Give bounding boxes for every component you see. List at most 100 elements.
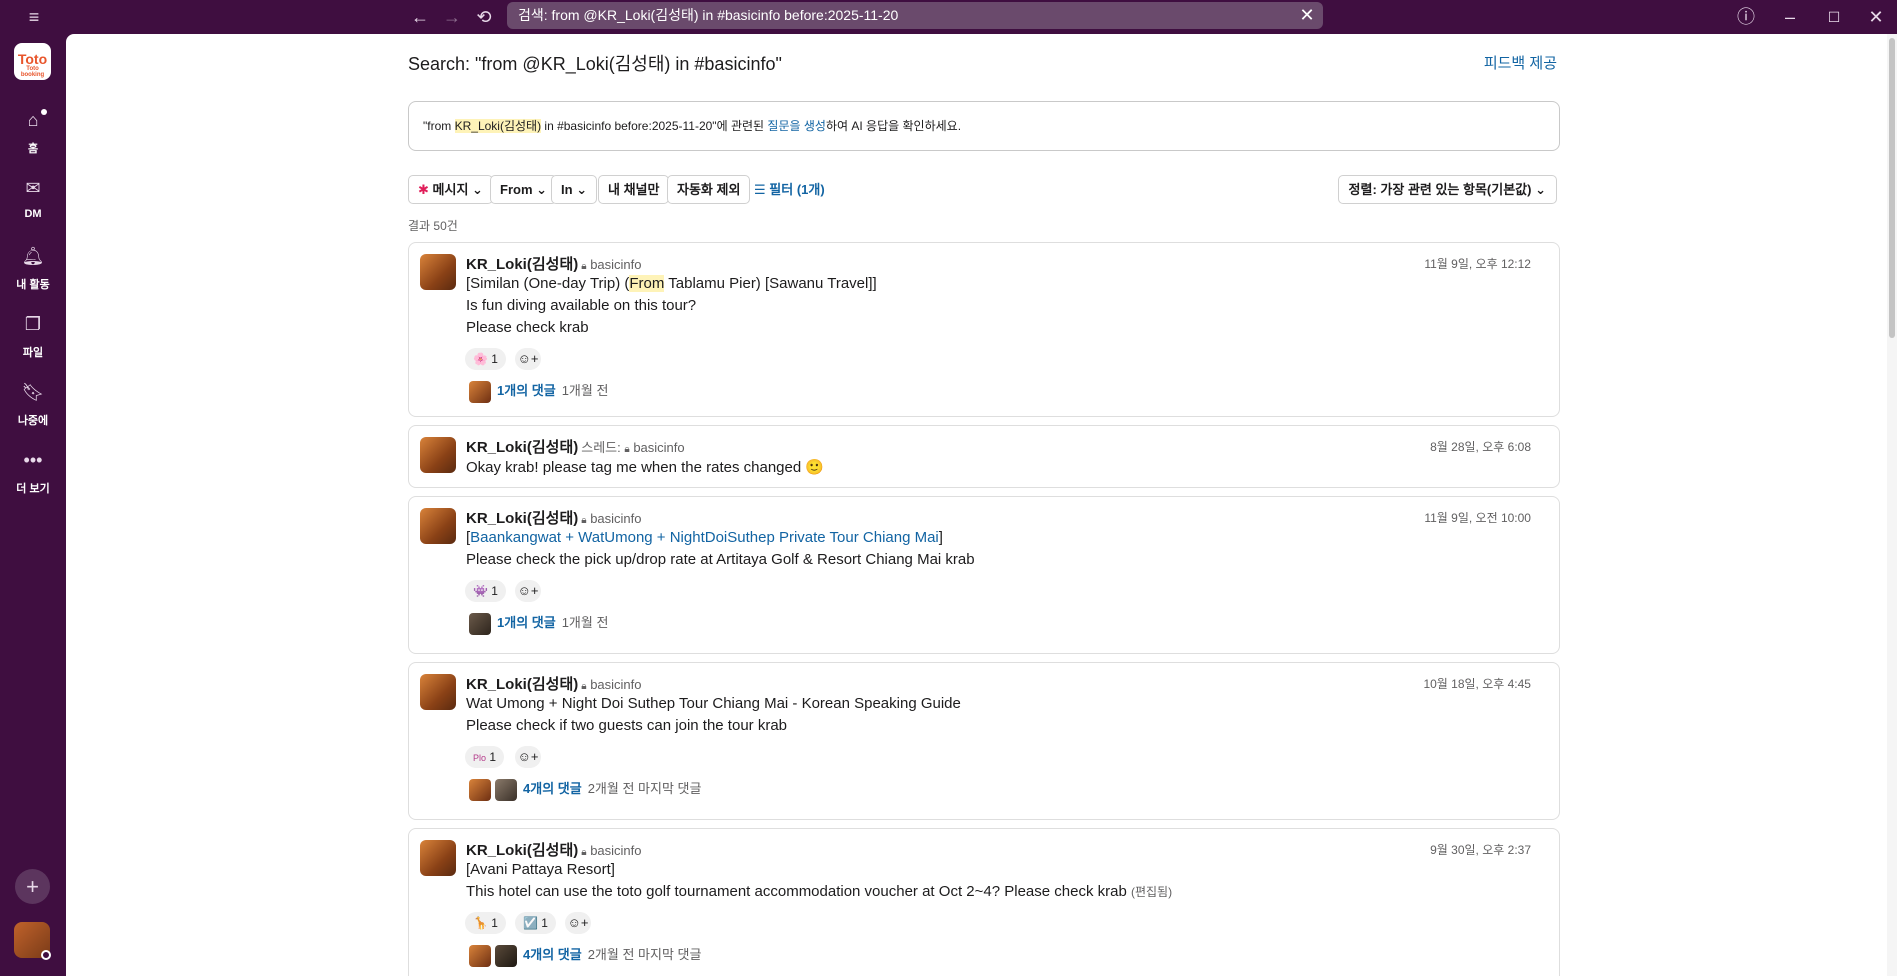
add-reaction-icon[interactable]: ☺+ [565,912,591,934]
hamburger-icon[interactable]: ≡ [22,5,46,29]
author-name[interactable]: KR_Loki(김성태) [466,842,578,859]
scrollbar-thumb[interactable] [1889,38,1895,338]
sort-dropdown[interactable]: 정렬: 가장 관련 있는 항목(기본값) ⌄ [1337,175,1557,204]
alien-emoji-icon: 👾 [473,584,488,598]
avatar [469,380,491,403]
filter-label: 필터 (1개) [769,182,825,197]
avatar[interactable] [420,840,456,876]
message-line: [Baankangwat + WatUmong + NightDoiSuthep… [466,529,943,546]
thread-meta: 1개월 전 [561,383,609,398]
chevron-down-icon: ⌄ [536,182,548,197]
timestamp[interactable]: 9월 30일, 오후 2:37 [1430,841,1531,858]
workspace-logo-subtext: Toto booking [20,66,45,78]
search-result[interactable]: KR_Loki(김성태) 🔒︎ basicinfo 11월 9일, 오후 12:1… [408,242,1560,417]
back-arrow-icon[interactable]: ← [408,5,432,29]
help-icon[interactable]: ⓘ [1734,5,1758,29]
rail-item-dm[interactable]: ✉ DM [0,170,66,220]
thread-replies-link[interactable]: 1개의 댓글 [497,615,556,630]
forward-arrow-icon[interactable]: → [440,5,464,29]
scrollbar[interactable] [1887,34,1897,976]
reaction-count: 1 [541,916,548,930]
avatar[interactable] [420,508,456,544]
reaction[interactable]: 🌸 1 [465,348,506,370]
search-result[interactable]: KR_Loki(김성태) 🔒︎ basicinfo 11월 9일, 오전 10:0… [408,496,1560,654]
message-link[interactable]: Baankangwat + WatUmong + NightDoiSuthep … [470,529,939,546]
workspace-logo-text: Toto [17,51,48,67]
avatar [469,612,491,635]
add-reaction-icon[interactable]: ☺+ [515,746,541,768]
rail-item-files[interactable]: ❐ 파일 [0,306,66,360]
feedback-link[interactable]: 피드백 제공 [1484,52,1557,73]
avatar[interactable] [420,437,456,473]
author-name[interactable]: KR_Loki(김성태) [466,256,578,273]
avatar[interactable] [420,674,456,710]
reaction[interactable]: 🦒 1 [465,912,506,934]
channel-name[interactable]: basicinfo [590,677,641,692]
history-icon[interactable]: ⟲ [472,5,496,29]
page-title: Search: "from @KR_Loki(김성태) in #basicinf… [408,54,782,74]
avatar [469,944,491,967]
more-icon: ••• [23,450,43,470]
search-result[interactable]: KR_Loki(김성태) 🔒︎ basicinfo 9월 30일, 오후 2:37… [408,828,1560,976]
workspace-logo[interactable]: Toto Toto booking [14,43,51,80]
message-line: Please check krab [466,319,589,336]
chevron-down-icon: ⌄ [576,182,588,197]
timestamp[interactable]: 10월 18일, 오후 4:45 [1423,675,1531,692]
lock-icon: 🔒︎ [581,261,587,272]
message-line: Please check the pick up/drop rate at Ar… [466,551,975,568]
add-reaction-icon[interactable]: ☺+ [515,348,541,370]
reaction[interactable]: 👾 1 [465,580,506,602]
rail-item-later[interactable]: 🔖︎ 나중에 [0,374,66,428]
messages-filter-dropdown[interactable]: ✱ 메시지 ⌄ [408,175,493,204]
smile-emoji-icon: 🙂 [805,459,825,476]
avatar[interactable] [420,254,456,290]
messages-filter-label: 메시지 [432,182,469,197]
close-window-icon[interactable]: ✕ [1864,5,1888,29]
avatar [495,944,517,967]
exclude-automation-filter[interactable]: 자동화 제외 [667,175,751,204]
search-bar[interactable]: 검색: from @KR_Loki(김성태) in #basicinfo bef… [507,2,1323,29]
channel-name[interactable]: basicinfo [590,257,641,272]
channel-name[interactable]: basicinfo [590,843,641,858]
add-icon[interactable]: + [15,869,50,904]
thread-replies-link[interactable]: 4개의 댓글 [523,947,582,962]
checkbox-emoji-icon: ☑️ [523,916,538,930]
rail-item-home[interactable]: ⌂ 홈 [0,102,66,156]
thread-replies-link[interactable]: 1개의 댓글 [497,383,556,398]
timestamp[interactable]: 11월 9일, 오전 10:00 [1424,509,1531,526]
timestamp[interactable]: 8월 28일, 오후 6:08 [1430,438,1531,455]
result-count: 결과 50건 [408,219,458,233]
author-name[interactable]: KR_Loki(김성태) [466,439,578,456]
author-name[interactable]: KR_Loki(김성태) [466,676,578,693]
in-filter-label: In [561,182,573,197]
reaction[interactable]: ☑️ 1 [515,912,556,934]
filter-button[interactable]: ☰ 필터 (1개) [754,175,825,204]
search-result[interactable]: KR_Loki(김성태) 스레드: 🔒︎ basicinfo 8월 28일, 오후… [408,425,1560,488]
my-channels-filter[interactable]: 내 채널만 [598,175,670,204]
search-result[interactable]: KR_Loki(김성태) 🔒︎ basicinfo 10월 18일, 오후 4:4… [408,662,1560,820]
rail-item-more[interactable]: ••• 더 보기 [0,442,66,496]
thread-replies-link[interactable]: 4개의 댓글 [523,781,582,796]
add-reaction-icon[interactable]: ☺+ [515,580,541,602]
author-name[interactable]: KR_Loki(김성태) [466,510,578,527]
rail-item-activity[interactable]: 🔔︎ 내 활동 [0,238,66,292]
generate-question-link[interactable]: 질문을 생성 [767,119,826,133]
reaction-count: 1 [491,584,498,598]
timestamp[interactable]: 11월 9일, 오후 12:12 [1424,255,1531,272]
maximize-icon[interactable]: ☐ [1822,5,1846,29]
message-text: [Similan (One-day Trip) ( [466,275,630,292]
minimize-icon[interactable]: – [1778,5,1802,29]
channel-name[interactable]: basicinfo [633,440,684,455]
in-filter-dropdown[interactable]: In ⌄ [551,175,598,204]
message-text: This hotel can use the toto golf tournam… [466,883,1127,900]
channel-name[interactable]: basicinfo [590,511,641,526]
from-filter-dropdown[interactable]: From ⌄ [490,175,558,204]
message-line: [Avani Pattaya Resort] [466,861,615,878]
ai-prompt-mid: 에 관련된 [716,119,768,133]
message-text: Okay krab! please tag me when the rates … [466,459,802,476]
reaction[interactable]: Plo 1 [465,746,505,768]
dm-icon: ✉ [25,178,41,198]
lock-icon: 🔒︎ [581,515,587,526]
thread-summary: 1개의 댓글 1개월 전 [469,379,608,403]
clear-search-icon[interactable]: ✕ [1297,2,1317,29]
